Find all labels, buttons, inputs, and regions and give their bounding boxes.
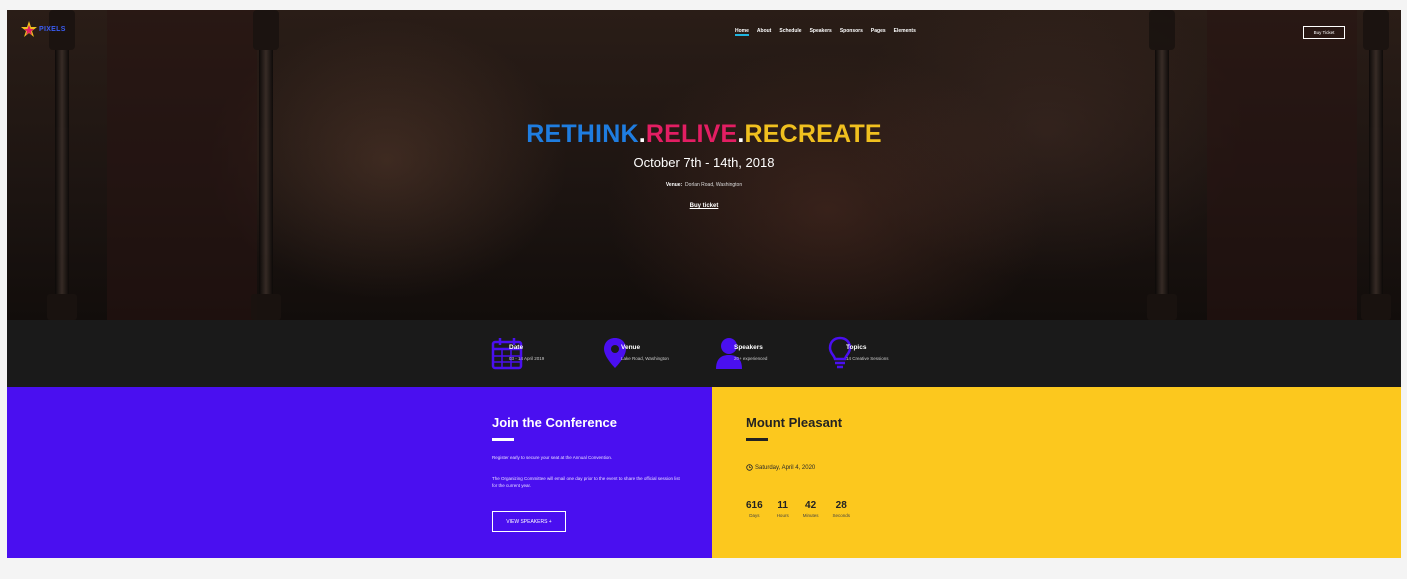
hero-title-relive: RELIVE [645, 120, 738, 148]
countdown-label: Seconds [832, 513, 850, 518]
join-title: Join the Conference [492, 415, 617, 430]
countdown-number: 28 [835, 500, 847, 511]
venue-label: Venue: [665, 182, 683, 188]
hero-date: October 7th - 14th, 2018 [633, 155, 775, 170]
info-item-topics: Topics 14 Creative Sessions [828, 336, 889, 370]
hero-title-recreate: RECREATE [744, 120, 882, 148]
clock-icon [746, 464, 753, 471]
event-panel: Mount Pleasant Saturday, April 4, 2020 6… [712, 387, 1401, 558]
info-strip: Date 03 - 14 April 2019 Venue Lake Road,… [7, 320, 1401, 387]
join-paragraph: Register early to secure your seat at th… [492, 455, 613, 460]
title-underline [492, 438, 514, 441]
info-item-speakers: Speakers 20+ experienced [716, 336, 767, 370]
view-speakers-button[interactable]: VIEW SPEAKERS + [492, 511, 566, 532]
countdown-number: 616 [746, 500, 763, 511]
hero-title-dot: . [638, 120, 646, 148]
hero-buy-ticket-link[interactable]: Buy ticket [7, 203, 1401, 209]
info-title: Venue [621, 344, 641, 351]
nav-item-sponsors[interactable]: Sponsors [840, 28, 863, 36]
venue-value: Dorlan Road, Washington [685, 182, 743, 188]
countdown-seconds: 28 Seconds [832, 500, 850, 518]
hero-title-dot: . [737, 120, 745, 148]
info-sub: 20+ experienced [734, 356, 768, 361]
info-title: Speakers [734, 344, 763, 351]
event-date-text: Saturday, April 4, 2020 [755, 464, 816, 471]
countdown: 616 Days 11 Hours 42 Minutes 28 Seconds [746, 500, 850, 518]
countdown-number: 42 [805, 500, 817, 511]
join-paragraph: The Organizing Committee will email one … [492, 476, 680, 488]
countdown-number: 11 [777, 500, 788, 511]
event-date: Saturday, April 4, 2020 [746, 464, 815, 471]
info-sub: Lake Road, Washington [621, 356, 669, 361]
hero-title-rethink: RETHINK [526, 120, 639, 148]
event-title: Mount Pleasant [746, 415, 843, 430]
info-item-date: Date 03 - 14 April 2019 [491, 336, 544, 370]
logo-text: PIXELS [39, 25, 66, 33]
main-nav: Home About Schedule Speakers Sponsors Pa… [735, 28, 916, 36]
hero-title: RETHINK.RELIVE.RECREATE [7, 120, 1401, 149]
page-frame: PIXELS Home About Schedule Speakers Spon… [7, 10, 1401, 558]
info-item-venue: Venue Lake Road, Washington [603, 336, 669, 370]
nav-item-pages[interactable]: Pages [871, 28, 886, 36]
countdown-minutes: 42 Minutes [803, 500, 819, 518]
info-title: Date [509, 344, 524, 351]
countdown-label: Hours [776, 513, 789, 518]
nav-item-elements[interactable]: Elements [894, 28, 916, 36]
nav-item-schedule[interactable]: Schedule [779, 28, 801, 36]
hero-venue: Venue: Dorlan Road, Washington [7, 182, 1401, 188]
title-underline [746, 438, 768, 441]
site-logo[interactable]: PIXELS [21, 20, 66, 38]
buy-ticket-button[interactable]: Buy Ticket [1303, 26, 1345, 39]
nav-item-speakers[interactable]: Speakers [810, 28, 832, 36]
countdown-label: Days [749, 513, 760, 518]
nav-item-about[interactable]: About [757, 28, 771, 36]
star-logo-icon [21, 21, 37, 37]
hero-cta-label: Buy ticket [689, 203, 719, 209]
hero-section: PIXELS Home About Schedule Speakers Spon… [7, 10, 1401, 320]
info-sub: 14 Creative Sessions [846, 356, 889, 361]
info-title: Topics [846, 344, 867, 351]
info-sub: 03 - 14 April 2019 [509, 356, 545, 361]
countdown-hours: 11 Hours [777, 500, 789, 518]
countdown-label: Minutes [802, 513, 819, 518]
nav-item-home[interactable]: Home [735, 28, 749, 36]
join-conference-panel: Join the Conference Register early to se… [7, 387, 712, 558]
countdown-days: 616 Days [746, 500, 763, 518]
